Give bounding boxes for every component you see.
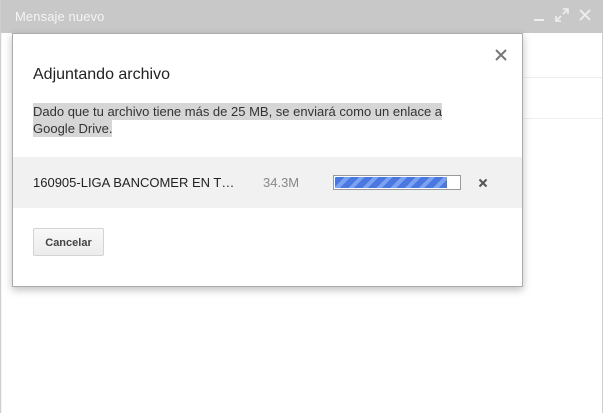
file-name: 160905-LIGA BANCOMER EN T… xyxy=(33,175,235,190)
compose-divider xyxy=(522,118,602,119)
upload-progress-fill xyxy=(335,177,447,188)
dialog-title: Adjuntando archivo xyxy=(33,66,170,83)
upload-progress-bar xyxy=(333,175,461,190)
dialog-message: Dado que tu archivo tiene más de 25 MB, … xyxy=(33,103,453,137)
upload-row: 160905-LIGA BANCOMER EN T… 34.3M xyxy=(13,157,522,208)
screen: Mensaje nuevo Adjuntando archivo Dado qu… xyxy=(0,0,603,413)
compose-divider xyxy=(522,77,602,78)
expand-icon[interactable] xyxy=(555,8,569,22)
cancel-button[interactable]: Cancelar xyxy=(33,228,104,256)
attaching-file-dialog: Adjuntando archivo Dado que tu archivo t… xyxy=(12,33,523,287)
compose-header[interactable]: Mensaje nuevo xyxy=(1,0,603,33)
file-size: 34.3M xyxy=(263,175,300,190)
dialog-close-icon[interactable] xyxy=(494,48,508,62)
close-icon[interactable] xyxy=(578,8,592,22)
compose-title: Mensaje nuevo xyxy=(15,9,105,24)
cancel-upload-icon[interactable] xyxy=(477,176,489,188)
dialog-message-text: Dado que tu archivo tiene más de 25 MB, … xyxy=(33,103,443,137)
minimize-icon[interactable] xyxy=(532,8,546,22)
